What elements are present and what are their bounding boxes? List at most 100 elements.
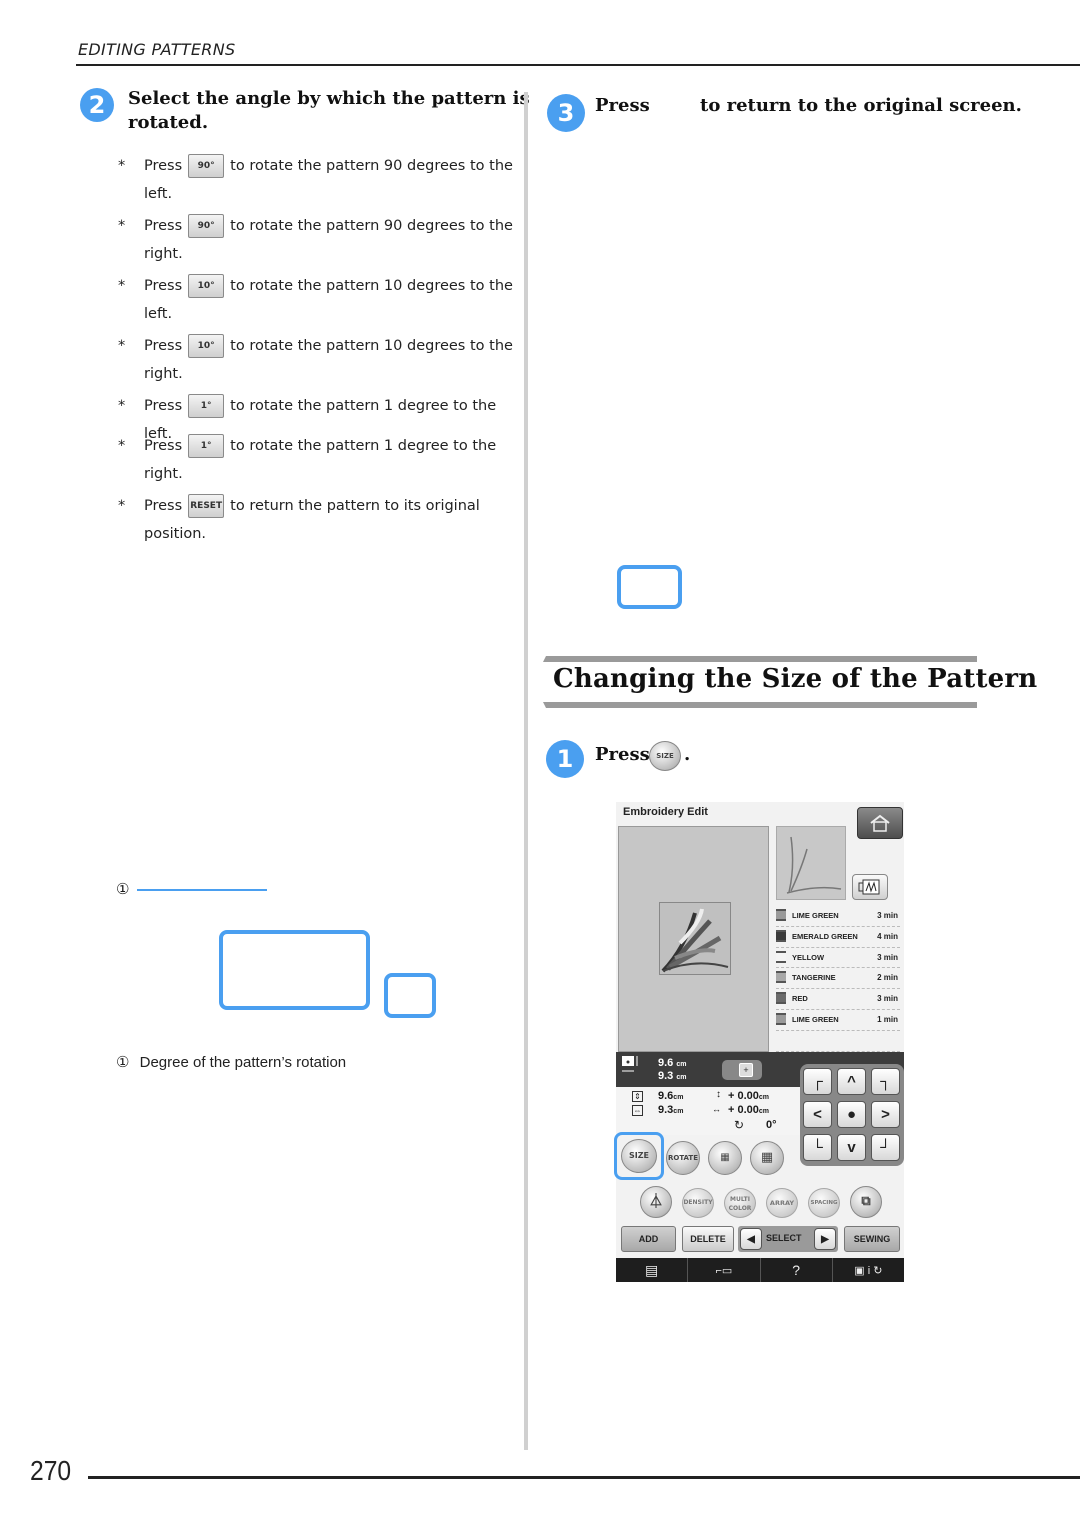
section-heading: Changing the Size of the Pattern <box>543 656 1037 708</box>
bullet-continuation: right. <box>144 466 183 482</box>
move-down-button[interactable]: v <box>837 1134 866 1161</box>
grid-icon: ▦ <box>760 1150 774 1165</box>
rotate-right-10-button[interactable]: 10° <box>188 334 225 358</box>
rotate-right-1-icon: 1° <box>200 441 212 451</box>
bullet-continuation: right. <box>144 366 183 382</box>
embroidery-canvas[interactable] <box>618 826 769 1052</box>
rotate-button[interactable]: ROTATE <box>666 1141 700 1175</box>
array-button[interactable]: ARRAY <box>766 1188 798 1218</box>
help-icon: ? <box>792 1262 801 1278</box>
horizontal-offset-icon: ↔ <box>712 1104 721 1114</box>
sewing-button[interactable]: SEWING <box>844 1226 900 1252</box>
thread-name: YELLOW <box>792 952 825 962</box>
density-button[interactable]: DENSITY <box>682 1188 714 1218</box>
thread-row: RED 3 min <box>776 989 900 1010</box>
pattern-thumbnail <box>776 826 846 900</box>
thread-name: LIME GREEN <box>792 1014 839 1024</box>
home-button[interactable] <box>857 807 903 839</box>
reset-icon: RESET <box>190 501 223 511</box>
move-center-button[interactable]: ● <box>837 1101 866 1128</box>
move-up-button[interactable]: ^ <box>837 1068 866 1095</box>
horizontal-offset: + 0.00cm <box>728 1104 770 1116</box>
step-3-press: Press <box>595 95 650 116</box>
move-left-button[interactable]: < <box>803 1101 832 1128</box>
step-2-title-line2: rotated. <box>128 112 209 133</box>
help-button[interactable]: ? <box>761 1258 833 1282</box>
thread-spool-icon <box>776 971 786 984</box>
embroidery-edit-screen: Embroidery Edit LIME GREEN 3 min EMERALD G… <box>614 802 904 1282</box>
thread-row: EMERALD GREEN 4 min <box>776 927 900 948</box>
settings-button[interactable]: ▣ i ↻ <box>833 1258 904 1282</box>
thread-row: LIME GREEN 3 min <box>776 906 900 927</box>
thread-row: YELLOW 3 min <box>776 948 900 969</box>
info-height: 9.6cm <box>658 1090 684 1102</box>
section-title: Changing the Size of the Pattern <box>553 664 1038 694</box>
step-3-badge: 3 <box>547 94 585 132</box>
rotate-left-10-button[interactable]: 10° <box>188 274 225 298</box>
sewing-machine-icon: ⌐▭ <box>715 1264 733 1277</box>
pattern-preview[interactable] <box>659 902 731 975</box>
spacing-button[interactable]: SPACING <box>808 1188 840 1218</box>
duplicate-icon: ⧉ <box>861 1194 871 1209</box>
bullet-star: * <box>118 438 126 454</box>
grid-button[interactable]: ▦ <box>750 1141 784 1175</box>
step-3-text: to return to the original screen. <box>700 95 1022 116</box>
move-down-left-button[interactable]: └ <box>803 1134 832 1161</box>
hoop-center-icon: + <box>739 1063 753 1077</box>
highlight-box-ok <box>617 565 682 609</box>
add-button[interactable]: ADD <box>621 1226 676 1252</box>
thread-time: 1 min <box>877 1014 898 1024</box>
multi-color-button[interactable]: MULTI COLOR <box>724 1188 756 1218</box>
select-group: ◀ SELECT ▶ <box>738 1226 838 1252</box>
select-label: SELECT <box>766 1233 802 1243</box>
document-button[interactable]: ▤ <box>616 1258 689 1282</box>
thread-name: TANGERINE <box>792 973 836 983</box>
page-number: 270 <box>30 1455 72 1486</box>
rotate-right-90-button[interactable]: 90° <box>188 214 225 238</box>
rotation-icon: ↻ <box>734 1118 745 1132</box>
bullet-description: to rotate the pattern 90 degrees to the <box>230 158 513 174</box>
select-next-button[interactable]: ▶ <box>814 1228 836 1250</box>
column-divider <box>524 92 528 1450</box>
rotate-left-1-button[interactable]: 1° <box>188 394 225 418</box>
bullet-text: Press 90° to rotate the pattern 90 degrees… <box>144 212 514 268</box>
delete-button[interactable]: DELETE <box>682 1226 734 1252</box>
bullet-star: * <box>118 338 126 354</box>
section-bar-bottom <box>543 702 977 708</box>
screen-title: Embroidery Edit <box>623 806 708 818</box>
rotate-right-1-button[interactable]: 1° <box>188 434 225 458</box>
thread-time: 3 min <box>877 994 898 1004</box>
select-prev-button[interactable]: ◀ <box>740 1228 762 1250</box>
bullet-continuation: left. <box>144 306 173 322</box>
mirror-icon: ⏃ <box>649 1194 663 1210</box>
move-down-right-button[interactable]: ┘ <box>871 1134 900 1161</box>
step-1-period: . <box>684 744 691 765</box>
step-2-title-line1: Select the angle by which the pattern is <box>128 88 530 109</box>
vertical-offset-icon: ↕ <box>716 1089 721 1100</box>
press-word: Press <box>144 498 183 514</box>
dark-height: 9.6 cm <box>658 1057 687 1069</box>
size-button-inline[interactable]: SIZE <box>649 741 681 771</box>
thread-spool-icon <box>776 992 786 1005</box>
reset-button[interactable]: RESET <box>188 494 225 518</box>
embroidery-frame-button[interactable] <box>852 874 888 900</box>
bullet-text: Press 90° to rotate the pattern 90 degrees… <box>144 152 514 208</box>
bullet-text: Press 1° to rotate the pattern 1 degree to… <box>144 432 514 488</box>
move-up-right-button[interactable]: ┐ <box>871 1068 900 1095</box>
machine-button[interactable]: ⌐▭ <box>688 1258 761 1282</box>
header-rule <box>76 64 1080 66</box>
rotate-left-90-button[interactable]: 90° <box>188 154 225 178</box>
bullet-star: * <box>118 498 126 514</box>
thread-color-list: LIME GREEN 3 min EMERALD GREEN 4 min YELLOW 3… <box>776 906 900 1052</box>
duplicate-button[interactable]: ⧉ <box>850 1186 882 1218</box>
size-button[interactable]: SIZE <box>621 1139 657 1173</box>
info-width: 9.3cm <box>658 1104 684 1116</box>
bullet-description: to rotate the pattern 10 degrees to the <box>230 278 513 294</box>
pattern-size-icon <box>622 1056 638 1072</box>
thread-row: LIME GREEN 1 min <box>776 1010 900 1031</box>
mirror-button[interactable]: ⏃ <box>640 1186 672 1218</box>
document-icon: ▤ <box>645 1261 659 1278</box>
move-right-button[interactable]: > <box>871 1101 900 1128</box>
border-button[interactable]: ▦ <box>708 1141 742 1175</box>
move-up-left-button[interactable]: ┌ <box>803 1068 832 1095</box>
